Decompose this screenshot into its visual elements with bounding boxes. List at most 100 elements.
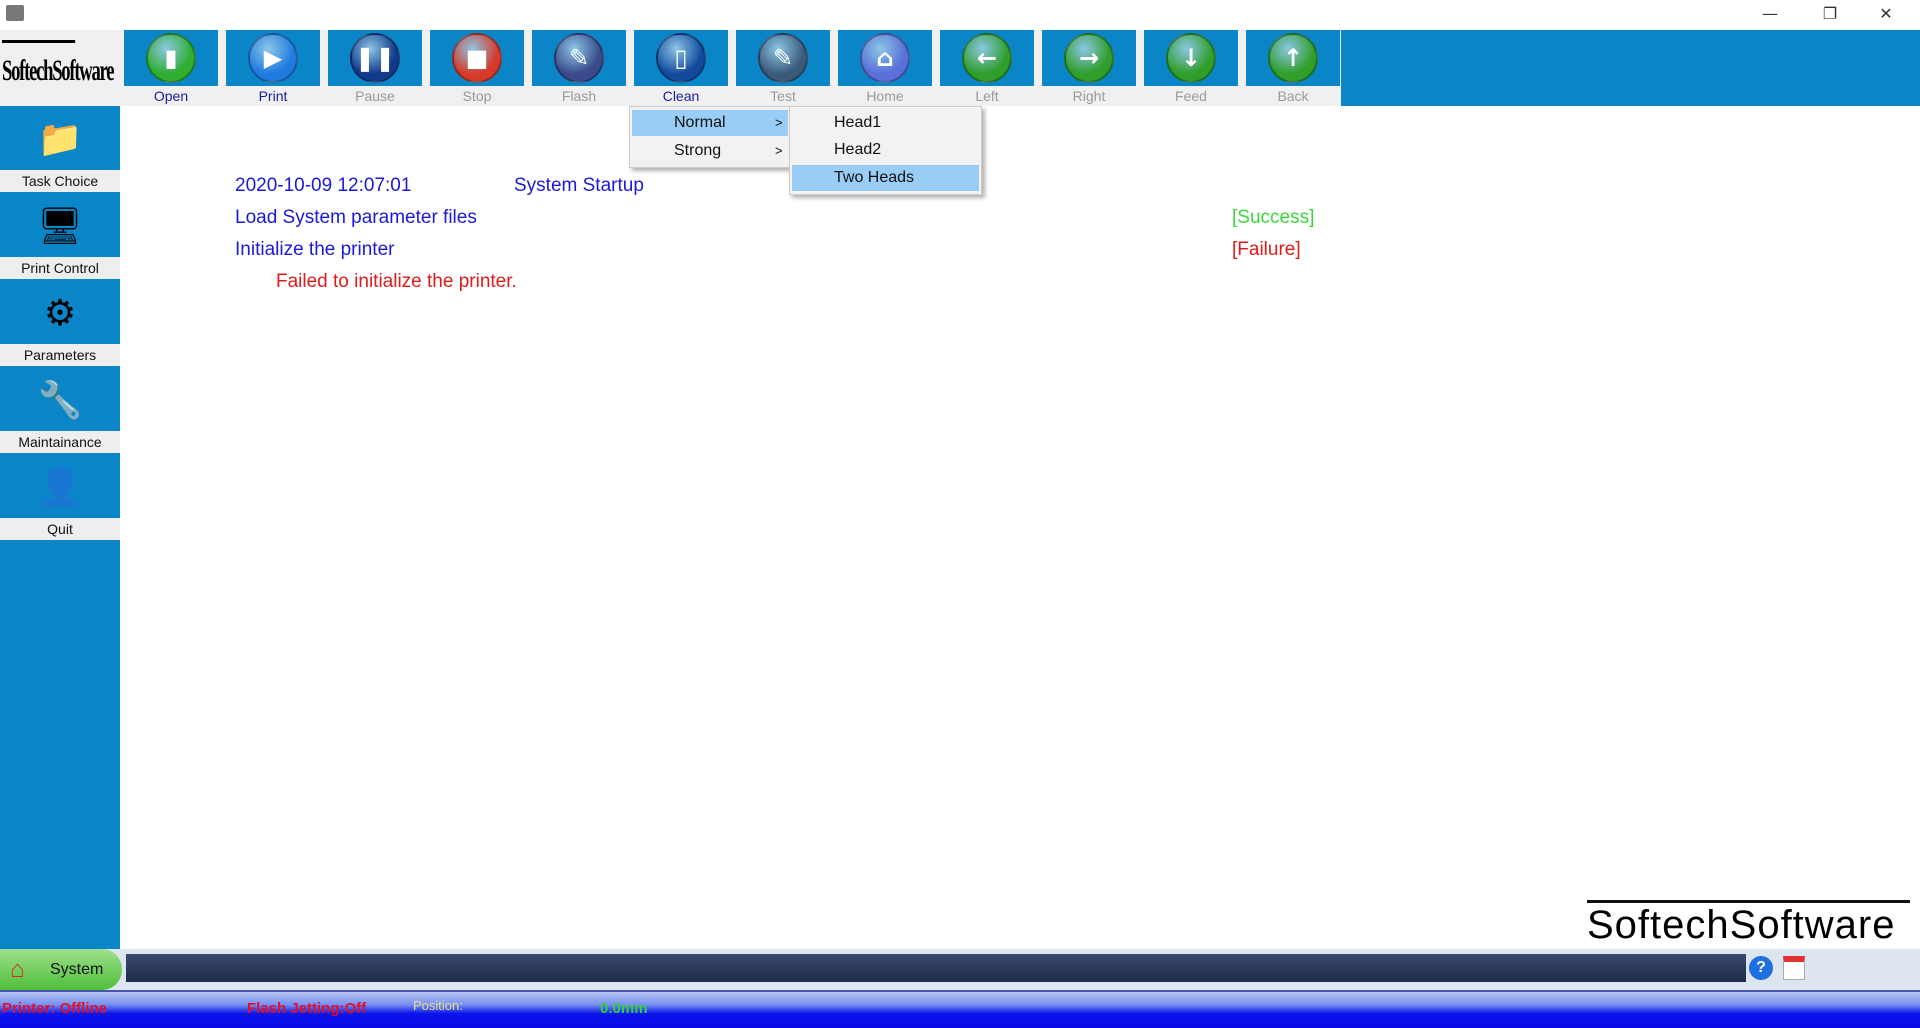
toolbar-icon-box: ❚❚ (328, 30, 422, 86)
print-icon: ▶ (248, 33, 298, 83)
calendar-icon[interactable] (1783, 956, 1805, 980)
softech-brand-footer: SoftechSoftware (1587, 900, 1910, 944)
sidebar-item-label: Print Control (0, 257, 120, 279)
sidebar-item-label: Maintainance (0, 431, 120, 453)
chevron-right-icon: > (775, 143, 783, 158)
help-icon[interactable]: ? (1749, 956, 1773, 980)
toolbar-icon-box: ▮ (124, 30, 218, 86)
toolbar-label: Stop (462, 88, 492, 104)
menu-item-head2[interactable]: Head2 (792, 137, 979, 163)
printer-app-icon (6, 5, 24, 21)
toolbar-left-button[interactable]: ← Left (940, 30, 1034, 106)
toolbar-label: Pause (355, 88, 395, 104)
log-startup: System Startup (514, 175, 644, 196)
log-init-status: [Failure] (1232, 239, 1301, 260)
sidebar-item-maintainance[interactable]: 🔧 Maintainance (0, 369, 120, 453)
toolbar-home-button[interactable]: ⌂ Home (838, 30, 932, 106)
clean-submenu: Head1 Head2 Two Heads (789, 106, 982, 195)
title-bar: — ❐ ✕ (0, 0, 1920, 30)
message-bar (126, 954, 1746, 982)
log-load-params: Load System parameter files (235, 207, 477, 228)
quit-icon: 👤 (37, 466, 83, 507)
toolbar-label: Flash (561, 88, 597, 104)
menu-item-strong[interactable]: Strong > (632, 138, 788, 164)
toolbar-feed-button[interactable]: ↓ Feed (1144, 30, 1238, 106)
clean-menu: Normal > Strong > (629, 106, 791, 168)
minimize-button[interactable]: — (1747, 0, 1793, 30)
log-timestamp: 2020-10-09 12:07:01 (235, 175, 412, 196)
pause-icon: ❚❚ (350, 33, 400, 83)
toolbar-icon-box: → (1042, 30, 1136, 86)
toolbar-print-button[interactable]: ▶ Print (226, 30, 320, 106)
toolbar-pause-button[interactable]: ❚❚ Pause (328, 30, 422, 106)
test-icon: ✎ (758, 33, 808, 83)
stop-icon: ■ (452, 33, 502, 83)
close-button[interactable]: ✕ (1863, 0, 1909, 30)
menu-item-normal[interactable]: Normal > (632, 110, 788, 136)
toolbar-icon-box: ✎ (532, 30, 626, 86)
toolbar-icon-box: ← (940, 30, 1034, 86)
toolbar-icon-box: ✎ (736, 30, 830, 86)
toolbar-label: Left (975, 88, 999, 104)
toolbar-icon-box: ↓ (1144, 30, 1238, 86)
status-bar: Printer: Offline Flash Jetting:Off Posit… (0, 990, 1920, 1028)
toolbar-label: Home (866, 88, 904, 104)
flash-jetting-status: Flash Jetting:Off (247, 1000, 367, 1017)
menu-item-two-heads[interactable]: Two Heads (792, 165, 979, 191)
position-label: Position: (413, 998, 463, 1013)
toolbar-label: Clean (662, 88, 700, 104)
sidebar-item-parameters[interactable]: ⚙ Parameters (0, 282, 120, 366)
toolbar-label: Back (1277, 88, 1309, 104)
sidebar-item-label: Task Choice (0, 170, 120, 192)
toolbar-open-button[interactable]: ▮ Open (124, 30, 218, 106)
toolbar-label: Test (770, 88, 796, 104)
sidebar-item-task-choice[interactable]: 📁 Task Choice (0, 108, 120, 192)
clean-icon: ▯ (656, 33, 706, 83)
left-icon: ← (962, 33, 1012, 83)
toolbar-back-button[interactable]: ↑ Back (1246, 30, 1340, 106)
printer-status: Printer: Offline (2, 1000, 108, 1017)
sidebar-item-print-control[interactable]: 🖥 Print Control (0, 195, 120, 279)
position-value: 0.0mm (600, 1000, 648, 1017)
toolbar-icon-box: ▶ (226, 30, 320, 86)
sidebar-item-label: Quit (0, 518, 120, 540)
log-load-status: [Success] (1232, 207, 1315, 228)
restore-button[interactable]: ❐ (1807, 0, 1853, 30)
right-icon: → (1064, 33, 1114, 83)
print-control-icon: 🖥 (37, 205, 83, 246)
toolbar-right-button[interactable]: → Right (1042, 30, 1136, 106)
system-tab[interactable]: ⌂ System (0, 949, 122, 990)
toolbar-icon-box: ■ (430, 30, 524, 86)
house-icon: ⌂ (10, 956, 25, 983)
sidebar-item-label: Parameters (0, 344, 120, 366)
toolbar-filler (1341, 30, 1920, 106)
flash-icon: ✎ (554, 33, 604, 83)
back-icon: ↑ (1268, 33, 1318, 83)
feed-icon: ↓ (1166, 33, 1216, 83)
home-icon: ⌂ (860, 33, 910, 83)
menu-item-head1[interactable]: Head1 (792, 110, 979, 136)
parameters-icon: ⚙ (43, 292, 77, 333)
sidebar-item-quit[interactable]: 👤 Quit (0, 456, 120, 540)
toolbar-flash-button[interactable]: ✎ Flash (532, 30, 626, 106)
chevron-right-icon: > (775, 115, 783, 130)
toolbar-icon-box: ↑ (1246, 30, 1340, 86)
system-tab-label: System (50, 961, 104, 978)
menu-label: Strong (674, 142, 722, 159)
toolbar-label: Print (258, 88, 288, 104)
toolbar-stop-button[interactable]: ■ Stop (430, 30, 524, 106)
open-icon: ▮ (146, 33, 196, 83)
maintainance-icon: 🔧 (37, 379, 83, 420)
toolbar-test-button[interactable]: ✎ Test (736, 30, 830, 106)
toolbar-icon-box: ⌂ (838, 30, 932, 86)
task-choice-icon: 📁 (37, 118, 83, 159)
toolbar-label: Feed (1175, 88, 1207, 104)
menu-label: Normal (674, 114, 726, 131)
softech-logo: SoftechSoftware (2, 40, 114, 96)
toolbar-label: Open (153, 88, 189, 104)
toolbar-clean-button[interactable]: ▯ Clean (634, 30, 728, 106)
toolbar-icon-box: ▯ (634, 30, 728, 86)
log-init-printer: Initialize the printer (235, 239, 395, 260)
log-error: Failed to initialize the printer. (276, 271, 517, 292)
toolbar-label: Right (1072, 88, 1106, 104)
